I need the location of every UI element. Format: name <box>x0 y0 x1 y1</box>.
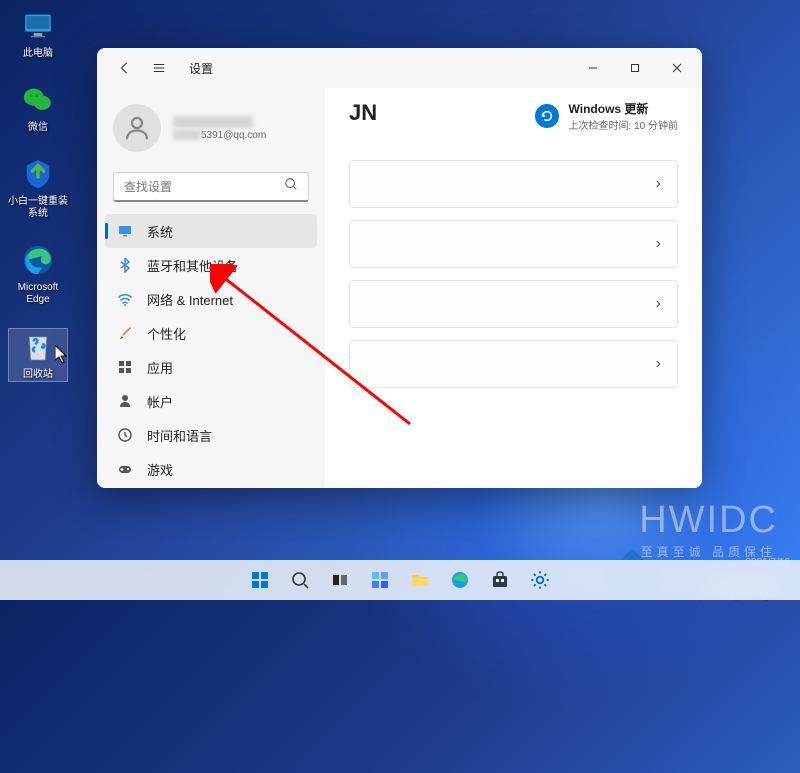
chevron-right-icon: › <box>656 235 661 253</box>
minimize-button[interactable] <box>572 52 614 84</box>
wechat-icon <box>20 82 56 118</box>
xiaobai-icon <box>20 156 56 192</box>
nav-label: 时间和语言 <box>147 426 212 445</box>
account-email: 5391@qq.com <box>173 130 266 141</box>
taskbar-explorer[interactable] <box>402 562 438 598</box>
chevron-right-icon: › <box>656 175 661 193</box>
desktop-icon-label: Microsoft Edge <box>18 282 59 306</box>
monitor-icon <box>20 8 56 44</box>
settings-row[interactable]: › <box>349 280 678 328</box>
desktop-icon-label: 此电脑 <box>23 48 53 60</box>
avatar <box>113 104 161 152</box>
bluetooth-icon <box>117 257 133 273</box>
taskbar-store[interactable] <box>482 562 518 598</box>
settings-main: JN Windows 更新 上次检查时间: 10 分钟前 › › › › <box>325 88 702 488</box>
window-title: 设置 <box>189 60 213 77</box>
nav-item-accounts[interactable]: 帐户 <box>105 384 317 418</box>
person-icon <box>117 393 133 409</box>
desktop-icon-wechat[interactable]: 微信 <box>8 82 68 134</box>
settings-sidebar: 5391@qq.com 系统 蓝牙和其他设备 <box>97 88 325 488</box>
nav-label: 帐户 <box>147 392 173 411</box>
desktop-icon-label: 微信 <box>28 122 48 134</box>
desktop-icon-xiaobai[interactable]: 小白一键重装 系统 <box>8 156 68 220</box>
desktop-icon-label: 小白一键重装 系统 <box>8 196 68 220</box>
nav-item-system[interactable]: 系统 <box>105 214 317 248</box>
nav-list: 系统 蓝牙和其他设备 网络 & Internet 个性化 应用 <box>97 214 325 488</box>
desktop-icon-label: 回收站 <box>23 369 53 381</box>
settings-row[interactable]: › <box>349 340 678 388</box>
taskbar-settings[interactable] <box>522 562 558 598</box>
brush-icon <box>117 325 133 341</box>
clock-icon <box>117 427 133 443</box>
edge-icon <box>20 242 56 278</box>
nav-item-bluetooth[interactable]: 蓝牙和其他设备 <box>105 248 317 282</box>
nav-label: 网络 & Internet <box>147 290 233 309</box>
search-icon <box>284 177 298 196</box>
hamburger-button[interactable] <box>147 56 171 80</box>
nav-label: 个性化 <box>147 324 186 343</box>
taskbar-edge[interactable] <box>442 562 478 598</box>
update-title: Windows 更新 <box>569 100 678 117</box>
recycle-bin-icon <box>20 329 56 365</box>
close-button[interactable] <box>656 52 698 84</box>
taskbar[interactable] <box>0 560 800 600</box>
nav-item-accessibility[interactable]: 辅助功能 <box>105 486 317 488</box>
nav-label: 游戏 <box>147 460 173 479</box>
nav-label: 蓝牙和其他设备 <box>147 256 238 275</box>
nav-item-time-language[interactable]: 时间和语言 <box>105 418 317 452</box>
window-titlebar[interactable]: 设置 <box>97 48 702 88</box>
nav-label: 应用 <box>147 358 173 377</box>
account-block[interactable]: 5391@qq.com <box>97 96 325 160</box>
account-name-redacted <box>173 116 253 128</box>
update-subtitle: 上次检查时间: 10 分钟前 <box>569 117 678 132</box>
nav-item-apps[interactable]: 应用 <box>105 350 317 384</box>
maximize-button[interactable] <box>614 52 656 84</box>
search-input[interactable] <box>124 180 284 194</box>
start-button[interactable] <box>242 562 278 598</box>
taskbar-widgets[interactable] <box>362 562 398 598</box>
nav-item-gaming[interactable]: 游戏 <box>105 452 317 486</box>
page-title: JN <box>349 100 377 126</box>
chevron-right-icon: › <box>656 355 661 373</box>
desktop-icon <box>117 223 133 239</box>
settings-row[interactable]: › <box>349 220 678 268</box>
chevron-right-icon: › <box>656 295 661 313</box>
back-button[interactable] <box>113 56 137 80</box>
desktop-icon-edge[interactable]: Microsoft Edge <box>8 242 68 306</box>
mouse-cursor <box>55 345 69 365</box>
taskbar-taskview[interactable] <box>322 562 358 598</box>
windows-update-widget[interactable]: Windows 更新 上次检查时间: 10 分钟前 <box>535 100 678 132</box>
game-icon <box>117 461 133 477</box>
wifi-icon <box>117 291 133 307</box>
nav-item-network[interactable]: 网络 & Internet <box>105 282 317 316</box>
desktop-icon-this-pc[interactable]: 此电脑 <box>8 8 68 60</box>
update-icon <box>535 104 559 128</box>
nav-label: 系统 <box>147 222 173 241</box>
grid-icon <box>117 359 133 375</box>
taskbar-search[interactable] <box>282 562 318 598</box>
search-settings-box[interactable] <box>113 172 309 202</box>
nav-item-personalization[interactable]: 个性化 <box>105 316 317 350</box>
desktop-icons-column: 此电脑 微信 小白一键重装 系统 Microsoft Edge 回收站 <box>8 8 68 382</box>
settings-row[interactable]: › <box>349 160 678 208</box>
watermark-hwidc: HWIDC <box>639 499 778 542</box>
settings-window: 设置 5391@qq.com <box>97 48 702 488</box>
